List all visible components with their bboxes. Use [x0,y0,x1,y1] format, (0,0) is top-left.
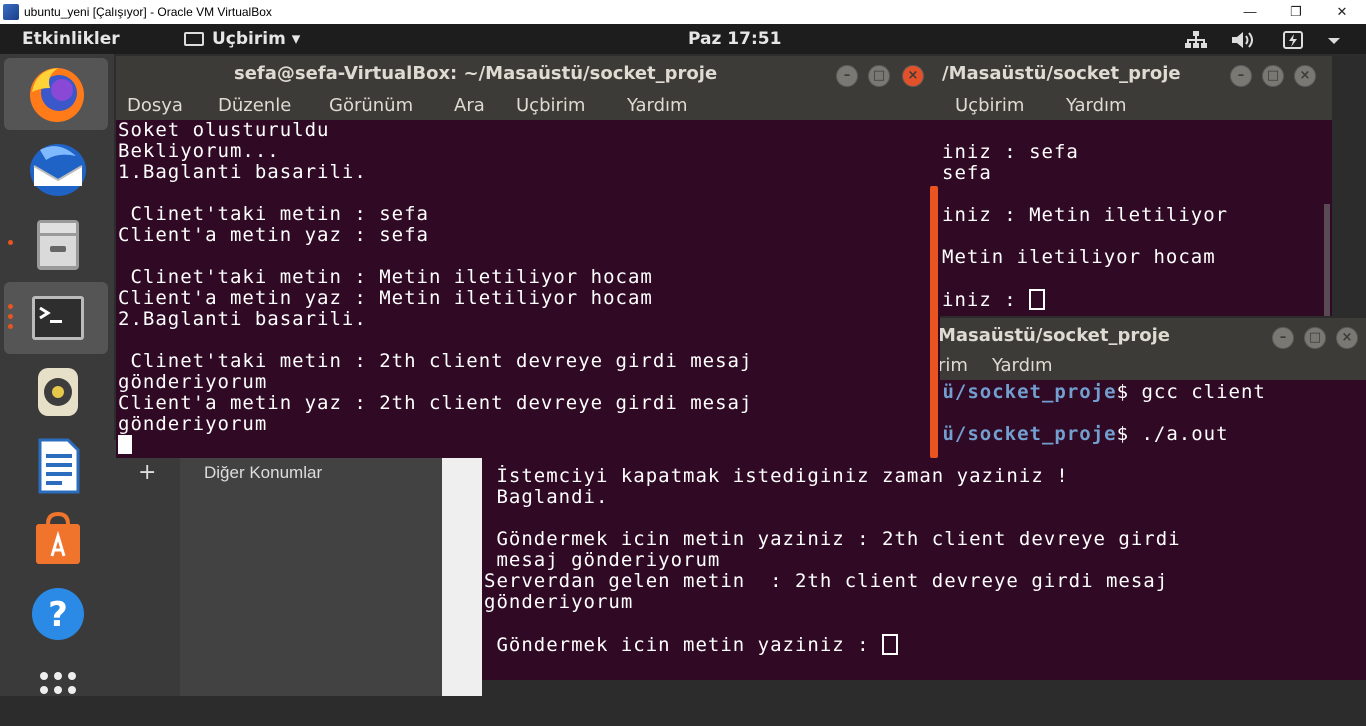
term-back-line: iniz : sefa [942,141,1079,163]
server-program-output: Soket olusturuldu Bekliyorum... 1.Baglan… [118,119,753,435]
terminal-server-minimize-button[interactable]: – [836,65,858,87]
terminal-client-menu-yardim[interactable]: Yardım [992,355,1053,376]
terminal-client-title: Masaüstü/socket_proje [938,325,1170,346]
other-locations-item[interactable]: Diğer Konumlar [204,463,322,483]
terminal-client-minimize-button[interactable]: – [1272,327,1294,349]
minimize-button[interactable]: — [1230,2,1270,22]
battery-icon[interactable] [1282,30,1304,54]
activities-button[interactable]: Etkinlikler [22,29,120,49]
term-back-line: iniz : [942,289,1030,311]
menu-gorunum[interactable]: Görünüm [329,95,413,116]
terminal-mini-icon [184,32,204,46]
dock-help[interactable]: ? [4,578,108,650]
host-titlebar: ubuntu_yeni [Çalışıyor] - Oracle VM Virt… [0,0,1366,24]
terminal-server-scrollbar[interactable] [930,186,938,458]
term-back-line: Metin iletiliyor hocam [942,246,1216,268]
app-menu-button[interactable]: Uçbirim ▾ [184,29,300,49]
terminal-icon [32,296,84,340]
terminal-server-title: sefa@sefa-VirtualBox: ~/Masaüstü/socket_… [234,63,718,84]
svg-text:?: ? [48,595,68,635]
menu-duzenle[interactable]: Düzenle [218,95,291,116]
files-icon [37,220,79,270]
dock-show-apps[interactable] [4,654,108,726]
prompt-path: tü/socket_proje [930,381,1117,403]
terminal-client-cursor [882,634,899,655]
dock: ? [0,54,114,696]
terminal-back-output: iniz : sefa sefa iniz : Metin iletiliyor… [942,142,1228,311]
dock-writer[interactable] [4,430,108,502]
volume-icon[interactable] [1230,30,1256,54]
gnome-top-bar: Etkinlikler Uçbirim ▾ Paz 17:51 [0,24,1366,54]
terminal-back-close-button[interactable]: × [1294,65,1316,87]
terminal-server-close-button[interactable]: × [902,65,924,87]
dock-terminal[interactable] [4,282,108,354]
terminal-window-back[interactable]: /Masaüstü/socket_proje – □ × Uçbirim Yar… [900,56,1332,316]
command-line: $ gcc client [1116,381,1266,403]
virtualbox-icon [3,4,19,20]
terminal-client-menu-ucbirim[interactable]: rim [938,355,968,376]
help-icon: ? [32,588,84,640]
client-program-output: İstemciyi kapatmak istediginiz zaman yaz… [484,465,1181,656]
menu-dosya[interactable]: Dosya [127,95,183,116]
thunderbird-icon [30,144,86,196]
show-apps-icon [40,672,76,694]
dock-software[interactable] [4,504,108,576]
close-button[interactable]: ✕ [1322,2,1362,22]
term-back-line: sefa [942,162,992,184]
terminal-back-title: /Masaüstü/socket_proje [942,63,1181,84]
terminal-back-scrollbar[interactable] [1324,204,1330,316]
terminal-window-server[interactable]: sefa@sefa-VirtualBox: ~/Masaüstü/socket_… [116,56,940,458]
dock-rhythmbox[interactable] [4,356,108,428]
menu-ara[interactable]: Ara [454,95,485,116]
terminal-back-maximize-button[interactable]: □ [1262,65,1284,87]
restore-button[interactable]: ❐ [1276,2,1316,22]
command-line: $ ./a.out [1116,423,1229,445]
term-back-line: iniz : Metin iletiliyor [942,204,1229,226]
terminal-back-minimize-button[interactable]: – [1230,65,1252,87]
terminal-back-cursor [1029,289,1046,310]
software-icon [36,511,80,564]
terminal-back-titlebar[interactable]: /Masaüstü/socket_proje – □ × [900,56,1332,90]
terminal-server-output: Soket olusturuldu Bekliyorum... 1.Baglan… [118,120,752,456]
dock-files[interactable] [4,208,108,280]
network-icon[interactable] [1184,30,1208,54]
menu-yardim[interactable]: Yardım [627,95,688,116]
terminal-server-cursor [118,435,132,454]
terminal-client-maximize-button[interactable]: □ [1304,327,1326,349]
menu-ucbirim[interactable]: Uçbirim [516,95,585,116]
terminal-back-menu-yardim[interactable]: Yardım [1066,95,1127,116]
writer-icon [38,438,80,494]
add-location-icon[interactable]: + [138,460,156,485]
prompt-path: tü/socket_proje [930,423,1117,445]
app-menu-label: Uçbirim ▾ [212,29,301,49]
host-window-title: ubuntu_yeni [Çalışıyor] - Oracle VM Virt… [24,5,272,19]
terminal-back-menu-ucbirim[interactable]: Uçbirim [955,95,1024,116]
terminal-server-titlebar[interactable]: sefa@sefa-VirtualBox: ~/Masaüstü/socket_… [116,56,940,90]
system-menu-icon[interactable] [1326,30,1342,54]
clock[interactable]: Paz 17:51 [688,29,781,49]
dock-thunderbird[interactable] [4,134,108,206]
rhythmbox-icon [38,368,78,416]
terminal-back-menubar: Uçbirim Yardım [900,90,1332,120]
terminal-server-menubar: Dosya Düzenle Görünüm Ara Uçbirim Yardım [116,90,940,120]
files-content [442,440,482,696]
dock-firefox[interactable] [4,58,108,130]
terminal-server-maximize-button[interactable]: □ [868,65,890,87]
terminal-client-close-button[interactable]: × [1336,327,1358,349]
firefox-icon [30,68,84,122]
